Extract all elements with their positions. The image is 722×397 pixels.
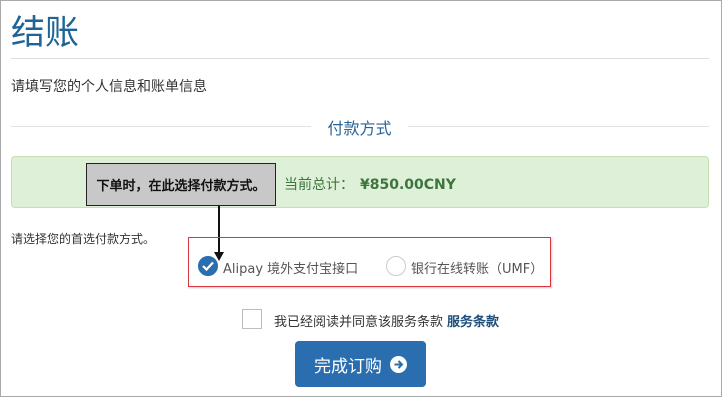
section-divider-right [408,126,709,127]
section-divider-left [11,126,311,127]
option-label-alipay[interactable]: Alipay 境外支付宝接口 [223,258,358,277]
radio-bank-transfer[interactable] [386,256,406,276]
order-total-amount: ¥850.00CNY [360,177,456,193]
check-icon [202,261,214,271]
complete-order-label: 完成订购 [314,356,382,377]
option-label-bank-transfer[interactable]: 银行在线转账（UMF） [411,258,543,277]
payment-section-title: 付款方式 [327,119,392,138]
annotation-text: 下单时，在此选择付款方式。 [96,179,266,194]
terms-agreement: 我已经阅读并同意该服务条款 服务条款 [274,311,499,330]
order-total: 当前总计： ¥850.00CNY [284,174,456,194]
terms-link[interactable]: 服务条款 [447,315,499,330]
annotation-callout: 下单时，在此选择付款方式。 [86,163,276,206]
page-title: 结账 [11,13,79,53]
arrow-circle-right-icon [390,355,407,373]
complete-order-button[interactable]: 完成订购 [295,341,426,387]
title-divider [11,58,709,59]
order-total-label: 当前总计： [284,177,354,193]
terms-checkbox[interactable] [242,309,262,329]
payment-prompt: 请选择您的首选付款方式。 [11,232,156,246]
terms-text: 我已经阅读并同意该服务条款 [274,315,444,330]
intro-text: 请填写您的个人信息和账单信息 [11,79,207,95]
radio-alipay[interactable] [198,256,218,276]
